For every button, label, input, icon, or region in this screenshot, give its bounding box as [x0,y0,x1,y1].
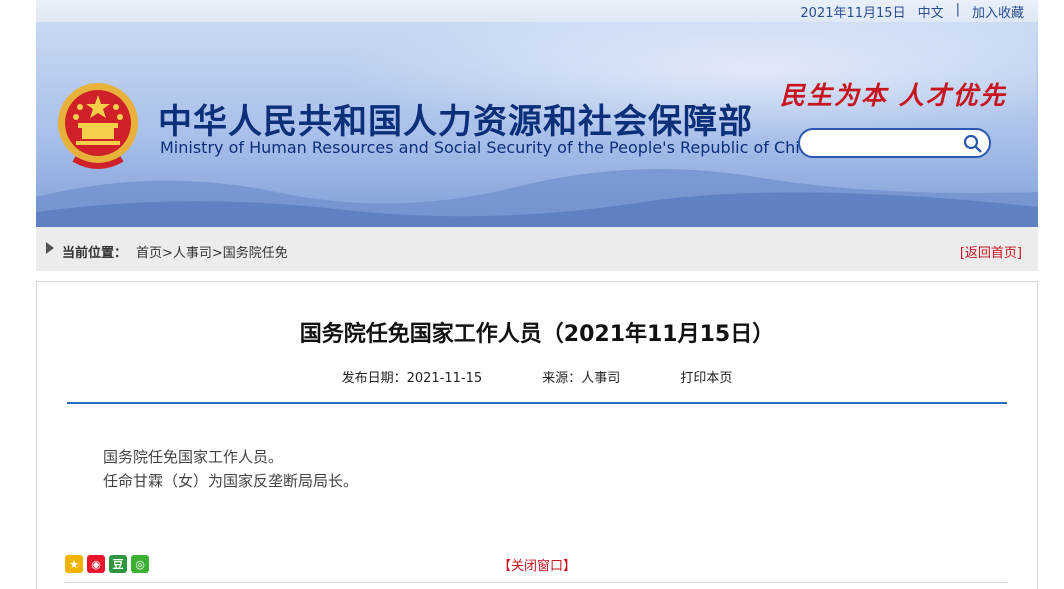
wechat-share-icon[interactable]: ◎ [131,555,149,573]
weibo-share-icon[interactable]: ◉ [87,555,105,573]
site-slogan: 民生为本 人才优先 [780,81,1007,110]
top-bar-links: 2021年11月15日 中文 | 加入收藏 [794,2,1030,21]
article-title: 国务院任免国家工作人员（2021年11月15日） [299,322,775,347]
qzone-share-icon[interactable]: ★ [65,555,83,573]
article-paragraph: 任命甘霖（女）为国家反垄断局局长。 [103,472,359,490]
breadcrumb-path[interactable]: 首页>人事司>国务院任免 [136,242,288,261]
national-emblem-icon [58,83,138,169]
top-bar: 2021年11月15日 中文 | 加入收藏 [0,0,1064,22]
article-body: 国务院任免国家工作人员。 任命甘霖（女）为国家反垄断局局长。 [103,445,358,493]
search-input[interactable] [798,128,991,158]
article-panel: 国务院任免国家工作人员（2021年11月15日） 发布日期：2021-11-15… [36,281,1038,589]
footer-divider [65,582,1007,583]
lang-link[interactable]: 中文 [912,2,950,21]
bookmark-link[interactable]: 加入收藏 [966,2,1030,21]
current-date: 2021年11月15日 [800,6,906,21]
breadcrumb-label: 当前位置： [62,246,128,261]
back-home-link[interactable]: [返回首页] [960,242,1022,261]
breadcrumb-arrow-icon [46,242,54,254]
print-link[interactable]: 打印本页 [680,371,732,386]
share-icons: ★ ◉ 豆 ◎ [65,555,149,573]
article-paragraph: 国务院任免国家工作人员。 [103,448,284,466]
breadcrumb: 当前位置： 首页>人事司>国务院任免 [返回首页] [36,227,1038,271]
publish-date: 发布日期：2021-11-15 [341,371,483,386]
article-source: 来源：人事司 [542,371,621,386]
article-meta: 发布日期：2021-11-15 来源：人事司 打印本页 [37,367,1037,386]
search-icon[interactable] [963,134,983,154]
link-separator: | [955,2,960,17]
header-banner: 中华人民共和国人力资源和社会保障部 Ministry of Human Reso… [36,22,1038,227]
top-bar-strip: 2021年11月15日 中文 | 加入收藏 [36,0,1038,22]
site-title-en: Ministry of Human Resources and Social S… [160,138,820,157]
title-divider [67,402,1007,404]
close-window-link[interactable]: 【关闭窗口】 [37,555,1037,574]
site-title-cn: 中华人民共和国人力资源和社会保障部 [158,102,753,142]
douban-share-icon[interactable]: 豆 [109,555,127,573]
